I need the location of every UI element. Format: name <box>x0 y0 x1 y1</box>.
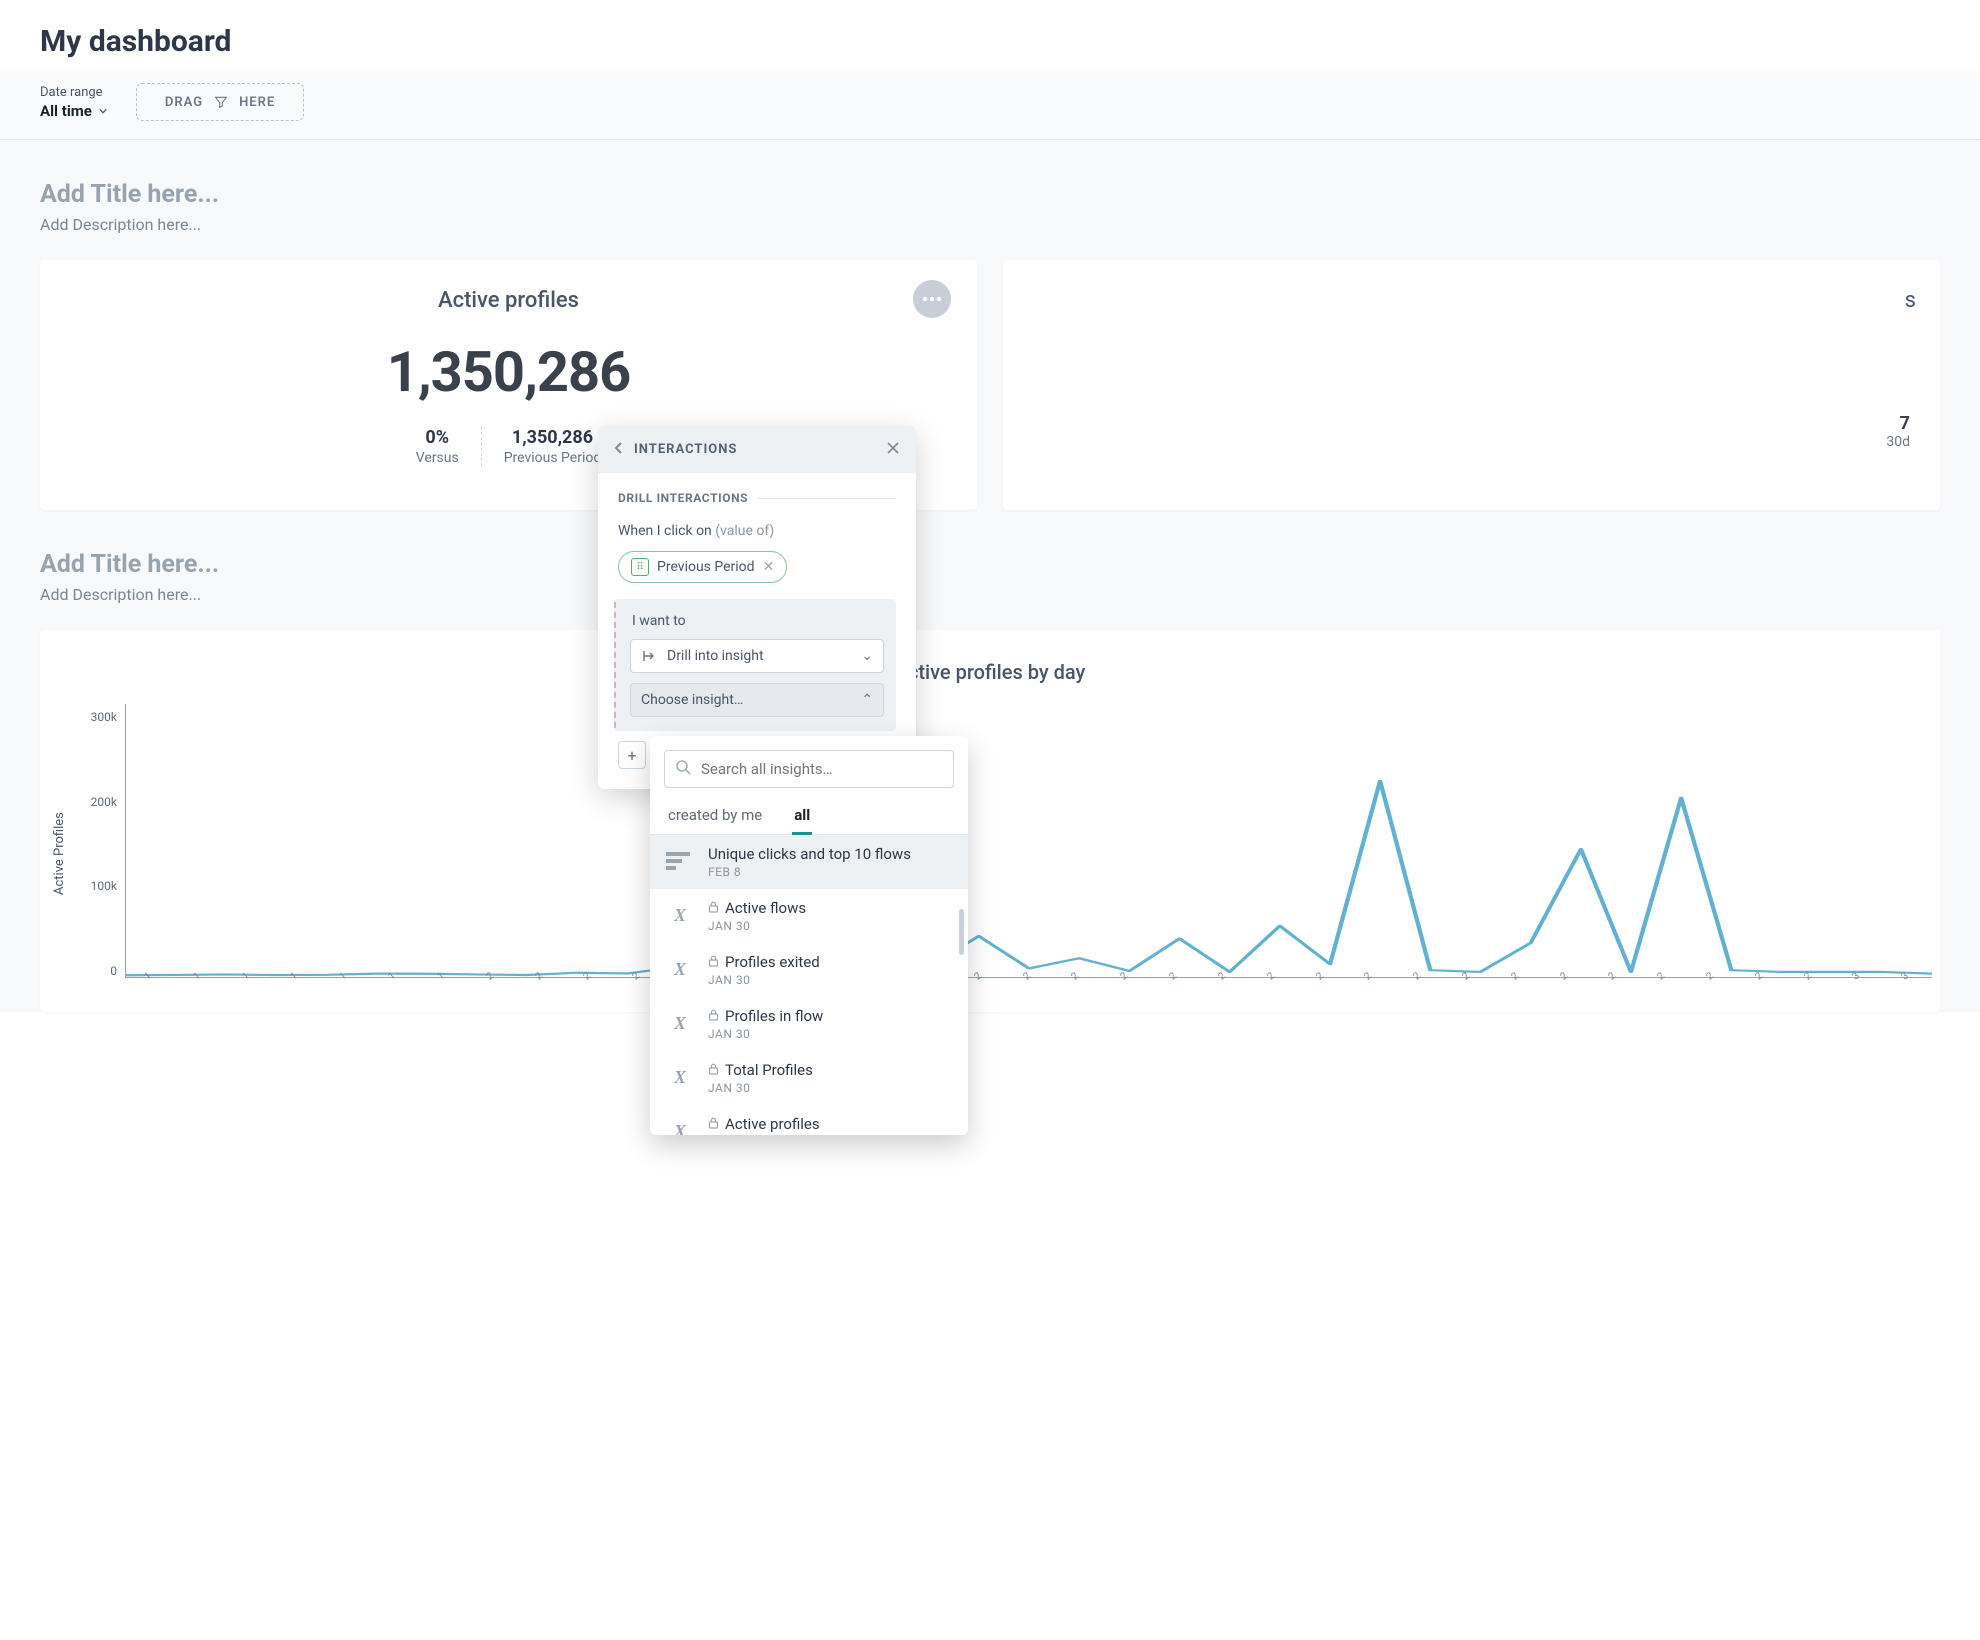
chip-label: Previous Period <box>657 559 755 575</box>
metric-x-icon: X <box>666 1063 694 1091</box>
section-title-input[interactable]: Add Title here... <box>40 180 1940 209</box>
metric-icon: ⠿ <box>631 558 649 576</box>
date-range-text: All time <box>40 102 92 120</box>
date-range-value[interactable]: All time <box>40 102 108 120</box>
add-interaction-button[interactable]: + <box>618 741 646 769</box>
insight-item[interactable]: Unique clicks and top 10 flows FEB 8 <box>650 835 968 889</box>
date-range-label: Date range <box>40 85 108 100</box>
kpi2-title-fragment: s <box>1027 288 1916 313</box>
card-more-button[interactable] <box>913 280 951 318</box>
kpi-title: Active profiles <box>64 288 953 313</box>
lock-icon <box>708 901 719 916</box>
filter-bar: Date range All time DRAG HERE <box>0 71 1980 140</box>
bar-chart-icon <box>666 847 694 875</box>
chart-title: Active profiles by day <box>48 660 1932 684</box>
filter-drop-zone[interactable]: DRAG HERE <box>136 83 304 121</box>
chevron-down-icon: ⌄ <box>861 648 873 664</box>
chevron-up-icon: ⌃ <box>861 692 873 708</box>
tab-all[interactable]: all <box>792 798 812 835</box>
filter-icon <box>213 94 229 110</box>
section-desc-input[interactable]: Add Description here... <box>40 215 1940 234</box>
search-icon <box>675 759 691 779</box>
insight-list[interactable]: Unique clicks and top 10 flows FEB 8 X Acti… <box>650 835 968 1135</box>
metric-x-icon: X <box>666 901 694 929</box>
insight-name: Profiles exited <box>708 953 952 971</box>
metric-x-icon: X <box>666 955 694 983</box>
chevron-down-icon <box>98 106 108 116</box>
chevron-left-icon <box>614 441 624 455</box>
chart-card: Active profiles by day Active Profiles 3… <box>40 630 1940 1012</box>
popover-back-button[interactable] <box>614 440 624 459</box>
kpi-versus-label: Versus <box>416 450 459 466</box>
section2-title-input[interactable]: Add Title here... <box>40 550 1940 579</box>
kpi-value: 1,350,286 <box>64 339 953 405</box>
target-chip[interactable]: ⠿ Previous Period ✕ <box>618 551 787 583</box>
line-chart-svg <box>126 704 1932 977</box>
tab-created-by-me[interactable]: created by me <box>666 798 764 834</box>
lock-icon <box>708 1009 719 1024</box>
kpi-prev-label: Previous Period <box>504 450 602 466</box>
kpi-prev-value[interactable]: 1,350,286 <box>504 427 602 448</box>
metric-x-icon: X <box>666 1009 694 1037</box>
action-type-value: Drill into insight <box>667 648 764 664</box>
insight-item[interactable]: X Active profiles <box>650 1105 968 1135</box>
insight-item[interactable]: X Profiles exited JAN 30 <box>650 943 968 997</box>
choose-insight-value: Choose insight… <box>641 692 743 708</box>
chip-remove-button[interactable]: ✕ <box>763 559 775 575</box>
insight-item[interactable]: X Profiles in flow JAN 30 <box>650 997 968 1051</box>
insight-date: JAN 30 <box>708 1027 952 1041</box>
kpi2-label: 30d <box>1027 434 1916 450</box>
popover-close-button[interactable] <box>886 440 900 459</box>
insight-tabs: created by me all <box>650 798 968 835</box>
insight-name: Profiles in flow <box>708 1007 952 1025</box>
drag-text-left: DRAG <box>165 95 203 110</box>
choose-insight-select[interactable]: Choose insight… ⌃ <box>630 683 884 717</box>
insight-item[interactable]: X Active flows JAN 30 <box>650 889 968 943</box>
insight-name: Active flows <box>708 899 952 917</box>
insight-date: JAN 30 <box>708 973 952 987</box>
chart-plot-area[interactable]: 1111111222222222222222222222222222233 <box>125 704 1932 978</box>
date-range-filter[interactable]: Date range All time <box>40 85 108 120</box>
lock-icon <box>708 1063 719 1078</box>
insight-dropdown: created by me all Unique clicks and top … <box>650 736 968 1135</box>
x-axis-ticks: 1111111222222222222222222222222222233 <box>126 988 1932 999</box>
lock-icon <box>708 955 719 970</box>
insight-item[interactable]: X Total Profiles JAN 30 <box>650 1051 968 1105</box>
insight-name: Total Profiles <box>708 1061 952 1079</box>
drill-icon <box>641 648 657 664</box>
i-want-to-label: I want to <box>630 613 884 629</box>
page-title: My dashboard <box>40 24 1940 59</box>
kpi-card-secondary: s 7 30d <box>1003 260 1940 510</box>
y-axis-label: Active Profiles <box>48 704 71 1004</box>
interactions-popover: INTERACTIONS DRILL INTERACTIONS When I c… <box>598 426 916 789</box>
insight-name: Unique clicks and top 10 flows <box>708 845 952 863</box>
lock-icon <box>708 1117 719 1132</box>
popover-title: INTERACTIONS <box>634 442 737 457</box>
close-icon <box>886 441 900 455</box>
action-type-select[interactable]: Drill into insight ⌄ <box>630 639 884 673</box>
metric-x-icon: X <box>666 1117 694 1135</box>
when-click-muted: (value of) <box>715 523 774 539</box>
y-axis-ticks: 300k200k100k0 <box>71 704 125 1004</box>
section2-desc-input[interactable]: Add Description here... <box>40 585 1940 604</box>
when-click-label: When I click on <box>618 523 712 539</box>
drill-section-label: DRILL INTERACTIONS <box>618 491 896 505</box>
more-icon <box>922 296 942 302</box>
kpi2-value: 7 <box>1027 413 1916 434</box>
action-config-box: I want to Drill into insight ⌄ Choose in… <box>614 599 896 731</box>
insight-search-box[interactable] <box>664 750 954 788</box>
kpi-versus-pct: 0% <box>416 427 459 448</box>
insight-date: JAN 30 <box>708 1081 952 1095</box>
drag-text-right: HERE <box>239 95 275 110</box>
when-click-text: When I click on (value of) <box>618 523 896 539</box>
insight-date: JAN 30 <box>708 919 952 933</box>
scrollbar-thumb[interactable] <box>959 909 964 955</box>
insight-search-input[interactable] <box>701 760 943 778</box>
insight-date: FEB 8 <box>708 865 952 879</box>
insight-name: Active profiles <box>708 1115 952 1133</box>
